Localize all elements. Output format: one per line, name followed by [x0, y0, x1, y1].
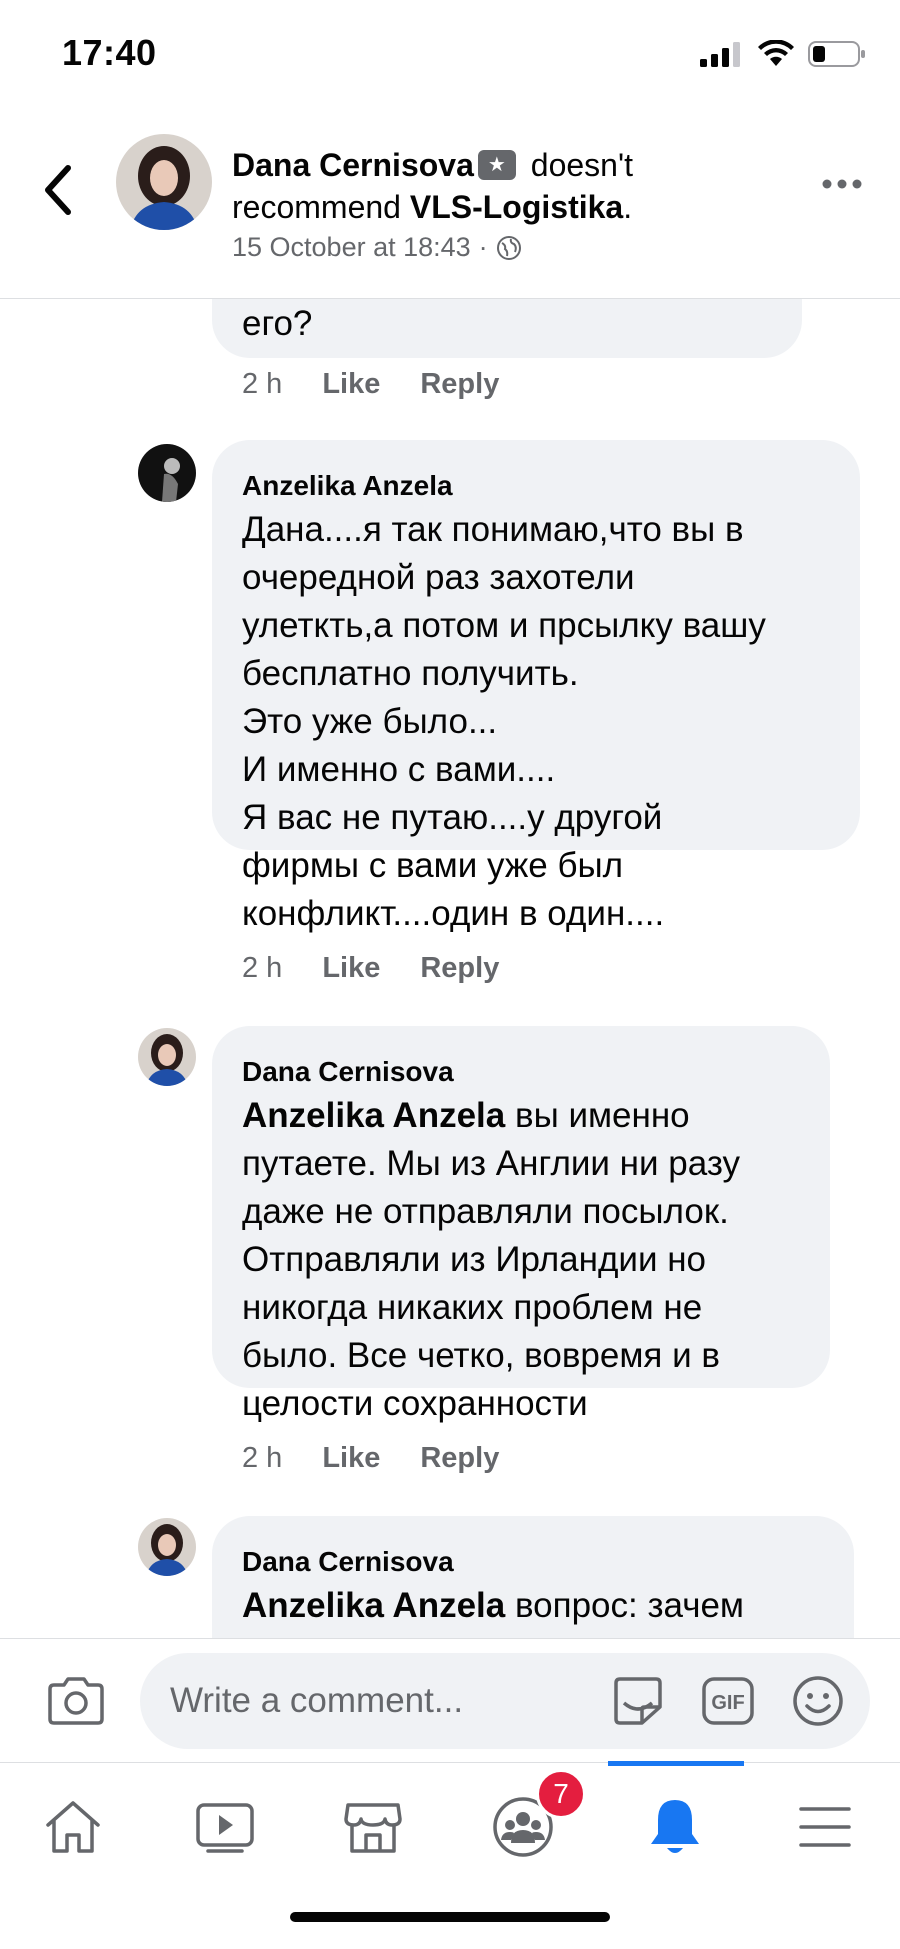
- battery-icon: [808, 41, 865, 67]
- active-tab-indicator: [608, 1761, 744, 1766]
- sticker-icon[interactable]: [610, 1673, 666, 1729]
- mention-link[interactable]: Anzelika Anzela: [242, 1586, 505, 1625]
- tab-home[interactable]: [28, 1787, 118, 1867]
- globe-icon: [496, 235, 521, 260]
- comment-bubble: Dana Cernisova Anzelika Anzela вопрос: з…: [212, 1516, 854, 1638]
- status-icons: [700, 40, 866, 68]
- video-play-icon: [196, 1803, 254, 1853]
- comment-bubble: его?: [212, 298, 802, 358]
- svg-text:GIF: GIF: [711, 1692, 744, 1714]
- tab-menu[interactable]: [780, 1787, 870, 1867]
- tab-marketplace[interactable]: [328, 1787, 418, 1867]
- comment-author[interactable]: Dana Cernisova: [242, 1056, 454, 1088]
- comments-feed[interactable]: его? 2 h Like Reply Anzelika Anzela Дана…: [0, 298, 900, 1638]
- marketplace-icon: [344, 1803, 402, 1853]
- like-button[interactable]: Like: [322, 368, 380, 401]
- avatar[interactable]: [138, 1518, 196, 1576]
- top-contributor-badge-icon: ★: [477, 150, 516, 180]
- cellular-signal-icon: [700, 42, 740, 67]
- status-time: 17:40: [62, 32, 157, 73]
- comment-author[interactable]: Dana Cernisova: [242, 1546, 454, 1578]
- post-title: Dana Cernisova ★ doesn't recommend VLS-Lo…: [232, 147, 633, 225]
- comment-time: 2 h: [242, 952, 283, 984]
- like-button[interactable]: Like: [322, 1442, 380, 1475]
- comment-input[interactable]: Write a comment... GIF: [140, 1653, 870, 1749]
- comment-actions: 2 h Like Reply: [242, 952, 499, 985]
- reply-button[interactable]: Reply: [420, 368, 499, 401]
- more-options-icon[interactable]: [822, 178, 862, 190]
- gif-icon[interactable]: GIF: [700, 1673, 756, 1729]
- comment-text: Anzelika Anzela вопрос: зачем: [242, 1586, 744, 1625]
- comment-time: 2 h: [242, 1442, 283, 1474]
- comment-text: его?: [242, 304, 313, 343]
- comment-placeholder: Write a comment...: [170, 1681, 464, 1720]
- like-button[interactable]: Like: [322, 952, 380, 985]
- comment-composer: Write a comment... GIF: [0, 1638, 900, 1763]
- camera-icon[interactable]: [46, 1675, 106, 1727]
- emoji-icon[interactable]: [790, 1673, 846, 1729]
- tab-watch[interactable]: [180, 1787, 270, 1867]
- author-avatar[interactable]: [116, 134, 212, 230]
- home-icon: [46, 1801, 100, 1853]
- groups-badge: 7: [536, 1769, 586, 1819]
- post-timestamp: 15 October at 18:43 ·: [232, 232, 522, 263]
- home-indicator: [290, 1912, 610, 1922]
- comment-actions: 2 h Like Reply: [242, 368, 499, 401]
- comment-time: 2 h: [242, 368, 283, 400]
- menu-icon: [799, 1807, 851, 1847]
- wifi-icon: [758, 40, 794, 66]
- reply-button[interactable]: Reply: [420, 1442, 499, 1475]
- avatar[interactable]: [138, 1028, 196, 1086]
- comment-author[interactable]: Anzelika Anzela: [242, 470, 453, 502]
- comment-bubble: Anzelika Anzela Дана....я так понимаю,чт…: [212, 440, 860, 933]
- post-header: Dana Cernisova ★ doesn't recommend VLS-Lo…: [0, 110, 900, 299]
- comment-bubble: Dana Cernisova Anzelika Anzela вы именно…: [212, 1026, 830, 1423]
- author-name[interactable]: Dana Cernisova: [232, 147, 474, 183]
- status-bar: 17:40: [0, 0, 900, 110]
- page-name[interactable]: VLS-Logistika: [410, 189, 623, 225]
- comment-text: Anzelika Anzela вы именно путаете. Мы из…: [242, 1096, 740, 1423]
- back-arrow-icon[interactable]: [38, 160, 78, 220]
- mention-link[interactable]: Anzelika Anzela: [242, 1096, 505, 1135]
- avatar[interactable]: [138, 444, 196, 502]
- bell-icon: [651, 1800, 699, 1853]
- comment-text: Дана....я так понимаю,что вы в очередной…: [242, 510, 766, 933]
- comment-actions: 2 h Like Reply: [242, 1442, 499, 1475]
- reply-button[interactable]: Reply: [420, 952, 499, 985]
- tab-notifications[interactable]: [630, 1787, 720, 1867]
